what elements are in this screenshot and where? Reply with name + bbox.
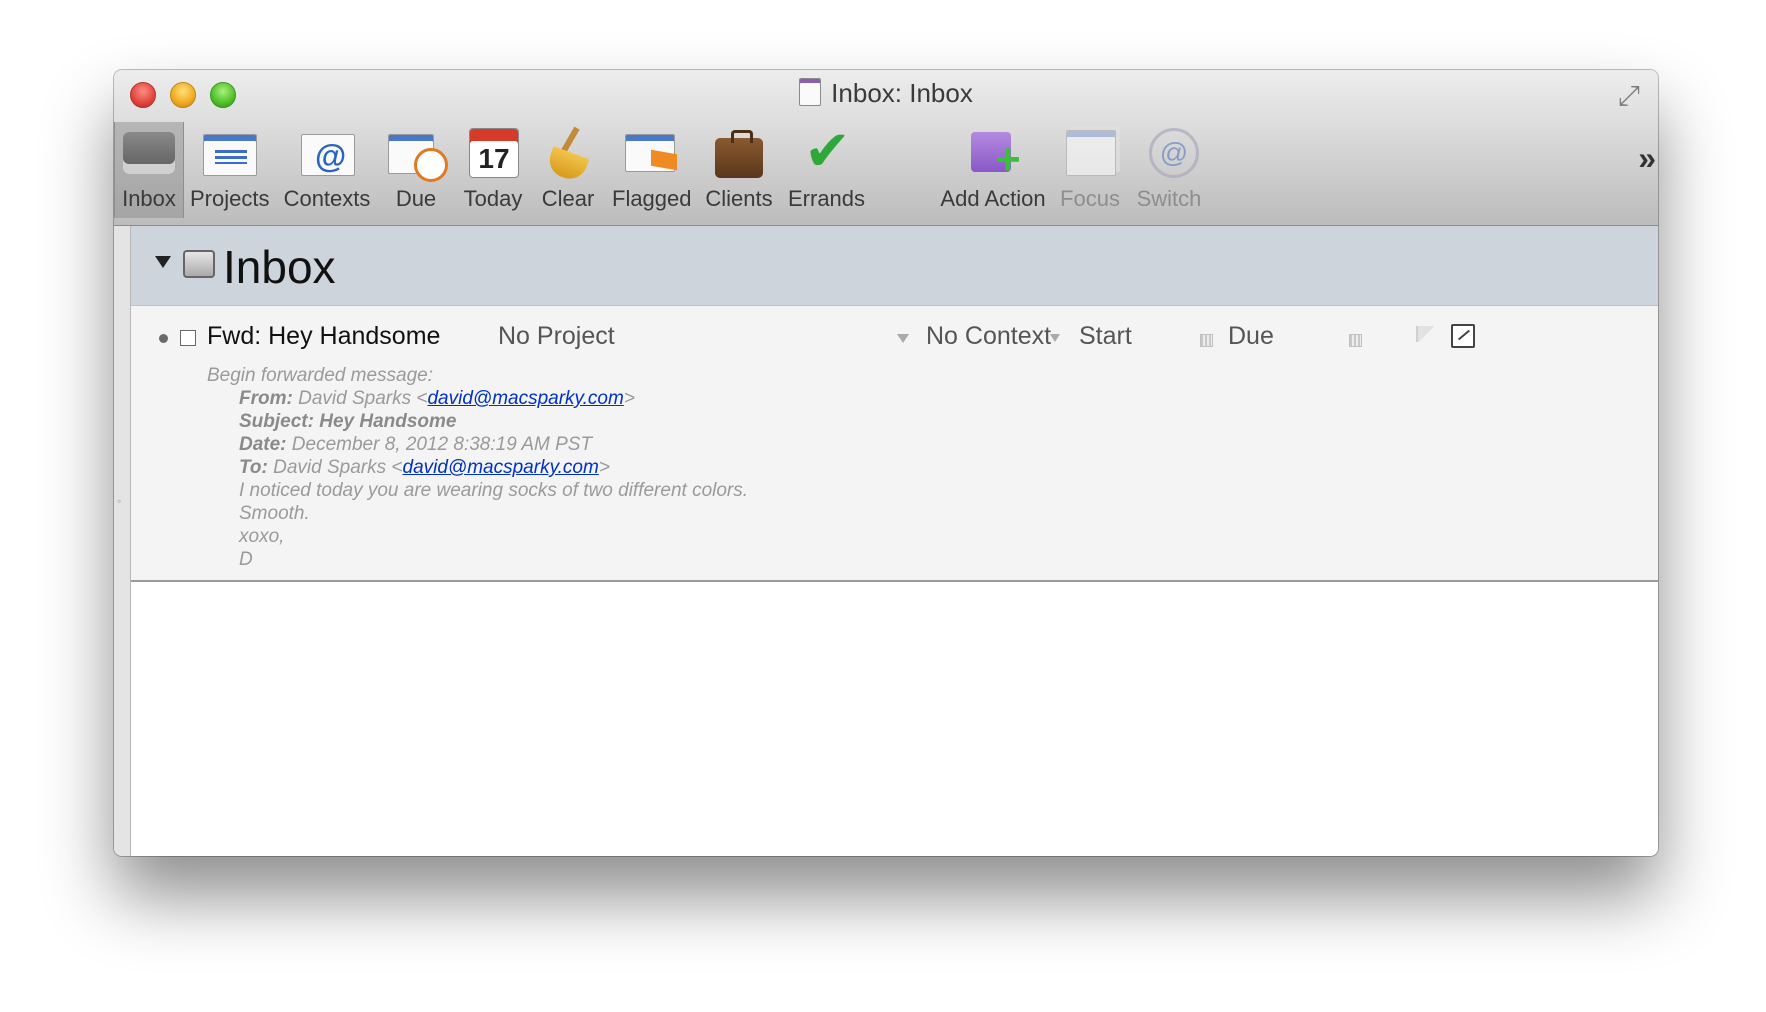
sidebar-splitter[interactable]: ◦	[114, 226, 131, 856]
toolbar-switch-button[interactable]: Switch	[1134, 122, 1204, 218]
splitter-grip-icon[interactable]: ◦	[117, 494, 121, 508]
toolbar-projects-button[interactable]: Projects	[190, 122, 269, 218]
task-note[interactable]: Begin forwarded message: From: David Spa…	[207, 364, 748, 571]
outline-view: Inbox Fwd: Hey Handsome No Project No Co…	[131, 226, 1658, 856]
focus-icon	[1060, 122, 1120, 184]
toolbar-due-button[interactable]: Due	[386, 122, 448, 218]
task-checkbox[interactable]	[180, 330, 196, 346]
inbox-icon	[119, 122, 179, 184]
note-to-line: To: David Sparks <david@macsparky.com>	[239, 457, 610, 478]
switch-icon	[1139, 122, 1199, 184]
checkmark-icon	[796, 118, 856, 184]
broom-icon	[538, 122, 598, 184]
note-date-line: Date: December 8, 2012 8:38:19 AM PST	[239, 434, 593, 455]
task-start-field[interactable]: Start	[1079, 322, 1132, 351]
note-edit-icon[interactable]	[1451, 324, 1475, 348]
task-project-field[interactable]: No Project	[498, 322, 615, 351]
note-subject-line: Subject: Hey Handsome	[239, 411, 457, 432]
toolbar-flagged-button[interactable]: Flagged	[612, 122, 692, 218]
disclosure-triangle-icon[interactable]	[155, 256, 171, 268]
toolbar-clear-button[interactable]: Clear	[538, 122, 598, 218]
due-clock-icon	[386, 122, 448, 184]
toolbar-focus-button[interactable]: Focus	[1058, 122, 1122, 218]
row-handle-icon[interactable]	[159, 334, 168, 343]
task-title[interactable]: Fwd: Hey Handsome	[207, 322, 440, 351]
flag-icon	[621, 122, 681, 184]
project-dropdown-arrow-icon[interactable]	[897, 334, 909, 343]
toolbar-clients-button[interactable]: Clients	[704, 122, 774, 218]
window-title: Inbox: Inbox	[114, 78, 1658, 109]
calendar-today-icon	[463, 122, 523, 184]
contexts-icon	[297, 122, 357, 184]
note-from-line: From: David Sparks <david@macsparky.com>	[239, 388, 635, 409]
section-title: Inbox	[223, 241, 336, 293]
note-body-line: I noticed today you are wearing socks of…	[239, 480, 749, 501]
inbox-section-header: Inbox	[131, 226, 1658, 306]
toolbar-inbox-button[interactable]: Inbox	[114, 122, 184, 218]
toolbar-errands-button[interactable]: Errands	[788, 118, 865, 218]
toolbar-add-action-button[interactable]: Add Action	[936, 122, 1050, 218]
inbox-tray-icon	[183, 250, 215, 278]
task-due-field[interactable]: Due	[1228, 322, 1274, 351]
titlebar-toolbar: Inbox: Inbox ⤢ Inbox Projects Contexts D…	[114, 70, 1658, 226]
to-email-link[interactable]: david@macsparky.com	[403, 457, 599, 478]
due-calendar-icon[interactable]	[1349, 334, 1362, 347]
note-body-line: Smooth.	[239, 503, 310, 524]
task-row[interactable]: Fwd: Hey Handsome No Project No Context …	[131, 306, 1658, 582]
toolbar-contexts-button[interactable]: Contexts	[282, 122, 372, 218]
toolbar-today-button[interactable]: Today	[460, 122, 526, 218]
projects-icon	[199, 122, 259, 184]
add-action-icon	[963, 122, 1023, 184]
document-icon	[799, 78, 822, 106]
from-email-link[interactable]: david@macsparky.com	[427, 388, 623, 409]
task-flag-icon[interactable]	[1416, 326, 1436, 342]
context-dropdown-arrow-icon[interactable]	[1050, 334, 1060, 342]
note-body-line: xoxo,	[239, 526, 285, 547]
briefcase-icon	[709, 122, 769, 184]
start-calendar-icon[interactable]	[1200, 334, 1213, 347]
app-window: Inbox: Inbox ⤢ Inbox Projects Contexts D…	[114, 70, 1658, 856]
note-body-line: D	[239, 549, 253, 570]
toolbar-overflow-button[interactable]: »	[1638, 140, 1656, 177]
task-context-field[interactable]: No Context	[926, 322, 1051, 351]
fullscreen-icon[interactable]: ⤢	[1618, 80, 1640, 113]
